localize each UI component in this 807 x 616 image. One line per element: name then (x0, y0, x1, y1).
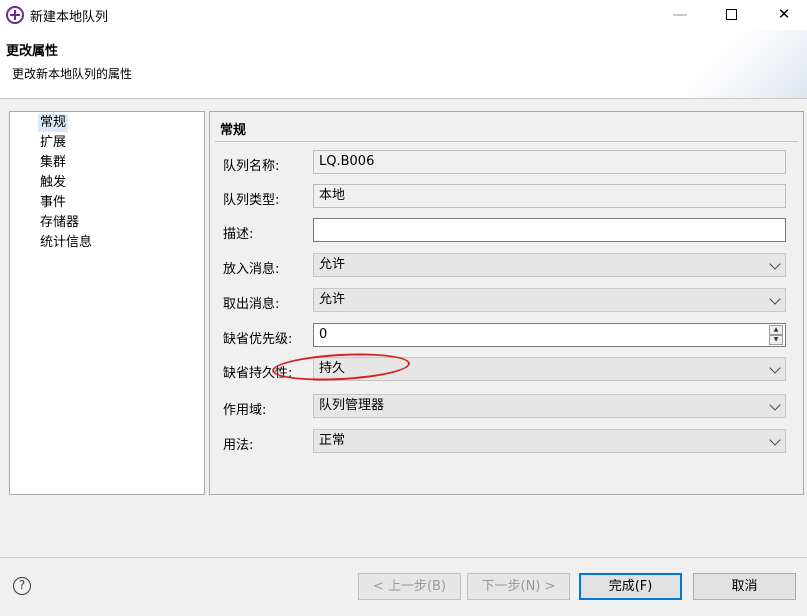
panel-title: 常规 (220, 123, 247, 138)
scope-label: 作用域: (223, 403, 267, 418)
spin-down-button[interactable]: ▼ (769, 335, 783, 345)
chevron-down-icon (769, 434, 781, 446)
get-messages-value: 允许 (319, 292, 346, 307)
nav-item-extended[interactable]: 扩展 (38, 134, 68, 152)
nav-item-cluster[interactable]: 集群 (38, 154, 68, 172)
usage-value: 正常 (319, 433, 346, 448)
nav-item-storage[interactable]: 存储器 (38, 214, 81, 232)
default-priority-label: 缺省优先级: (223, 332, 293, 347)
put-messages-label: 放入消息: (223, 262, 280, 277)
usage-label: 用法: (223, 438, 254, 453)
get-messages-select[interactable]: 允许 (313, 288, 786, 312)
banner-subtitle: 更改新本地队列的属性 (12, 67, 133, 81)
title-bar: 新建本地队列 — ✕ (0, 0, 807, 30)
queue-name-field: LQ.B006 (313, 150, 786, 174)
default-priority-value: 0 (319, 327, 328, 342)
usage-select[interactable]: 正常 (313, 429, 786, 453)
queue-type-field: 本地 (313, 184, 786, 208)
scope-value: 队列管理器 (319, 398, 385, 413)
property-category-list: 常规 扩展 集群 触发 事件 存储器 统计信息 (9, 111, 205, 495)
maximize-icon (725, 9, 737, 20)
queue-type-label: 队列类型: (223, 193, 280, 208)
finish-button[interactable]: 完成(F) (579, 573, 682, 600)
description-label: 描述: (223, 227, 254, 242)
nav-item-general[interactable]: 常规 (38, 114, 69, 132)
chevron-down-icon (769, 258, 781, 270)
help-icon[interactable]: ? (13, 577, 31, 595)
put-messages-value: 允许 (319, 257, 346, 272)
cancel-button[interactable]: 取消 (693, 573, 796, 600)
window-title: 新建本地队列 (30, 10, 109, 25)
default-priority-spinner[interactable]: 0 ▲ ▼ (313, 323, 786, 347)
banner-title: 更改属性 (6, 44, 59, 59)
next-button[interactable]: 下一步(N) > (467, 573, 570, 600)
nav-item-events[interactable]: 事件 (38, 194, 68, 212)
wizard-banner: 更改属性 更改新本地队列的属性 (0, 30, 807, 99)
back-button[interactable]: < 上一步(B) (358, 573, 461, 600)
chevron-down-icon (769, 399, 781, 411)
chevron-down-icon (769, 362, 781, 374)
nav-item-statistics[interactable]: 统计信息 (38, 234, 94, 252)
close-button[interactable]: ✕ (761, 0, 807, 30)
priority-spin-buttons: ▲ ▼ (769, 325, 783, 345)
app-globe-icon (6, 6, 24, 24)
general-properties-panel: 常规 队列名称: LQ.B006 队列类型: 本地 描述: 放入消息: 允许 取… (209, 111, 804, 495)
panel-divider (215, 141, 798, 142)
maximize-button[interactable] (708, 0, 754, 30)
banner-decoration (687, 30, 807, 98)
chevron-down-icon (769, 293, 781, 305)
description-input[interactable] (313, 218, 786, 242)
spin-up-button[interactable]: ▲ (769, 325, 783, 335)
queue-name-label: 队列名称: (223, 159, 280, 174)
minimize-button[interactable]: — (657, 0, 703, 30)
get-messages-label: 取出消息: (223, 297, 280, 312)
put-messages-select[interactable]: 允许 (313, 253, 786, 277)
nav-item-triggering[interactable]: 触发 (38, 174, 68, 192)
footer-divider (0, 557, 807, 558)
scope-select[interactable]: 队列管理器 (313, 394, 786, 418)
